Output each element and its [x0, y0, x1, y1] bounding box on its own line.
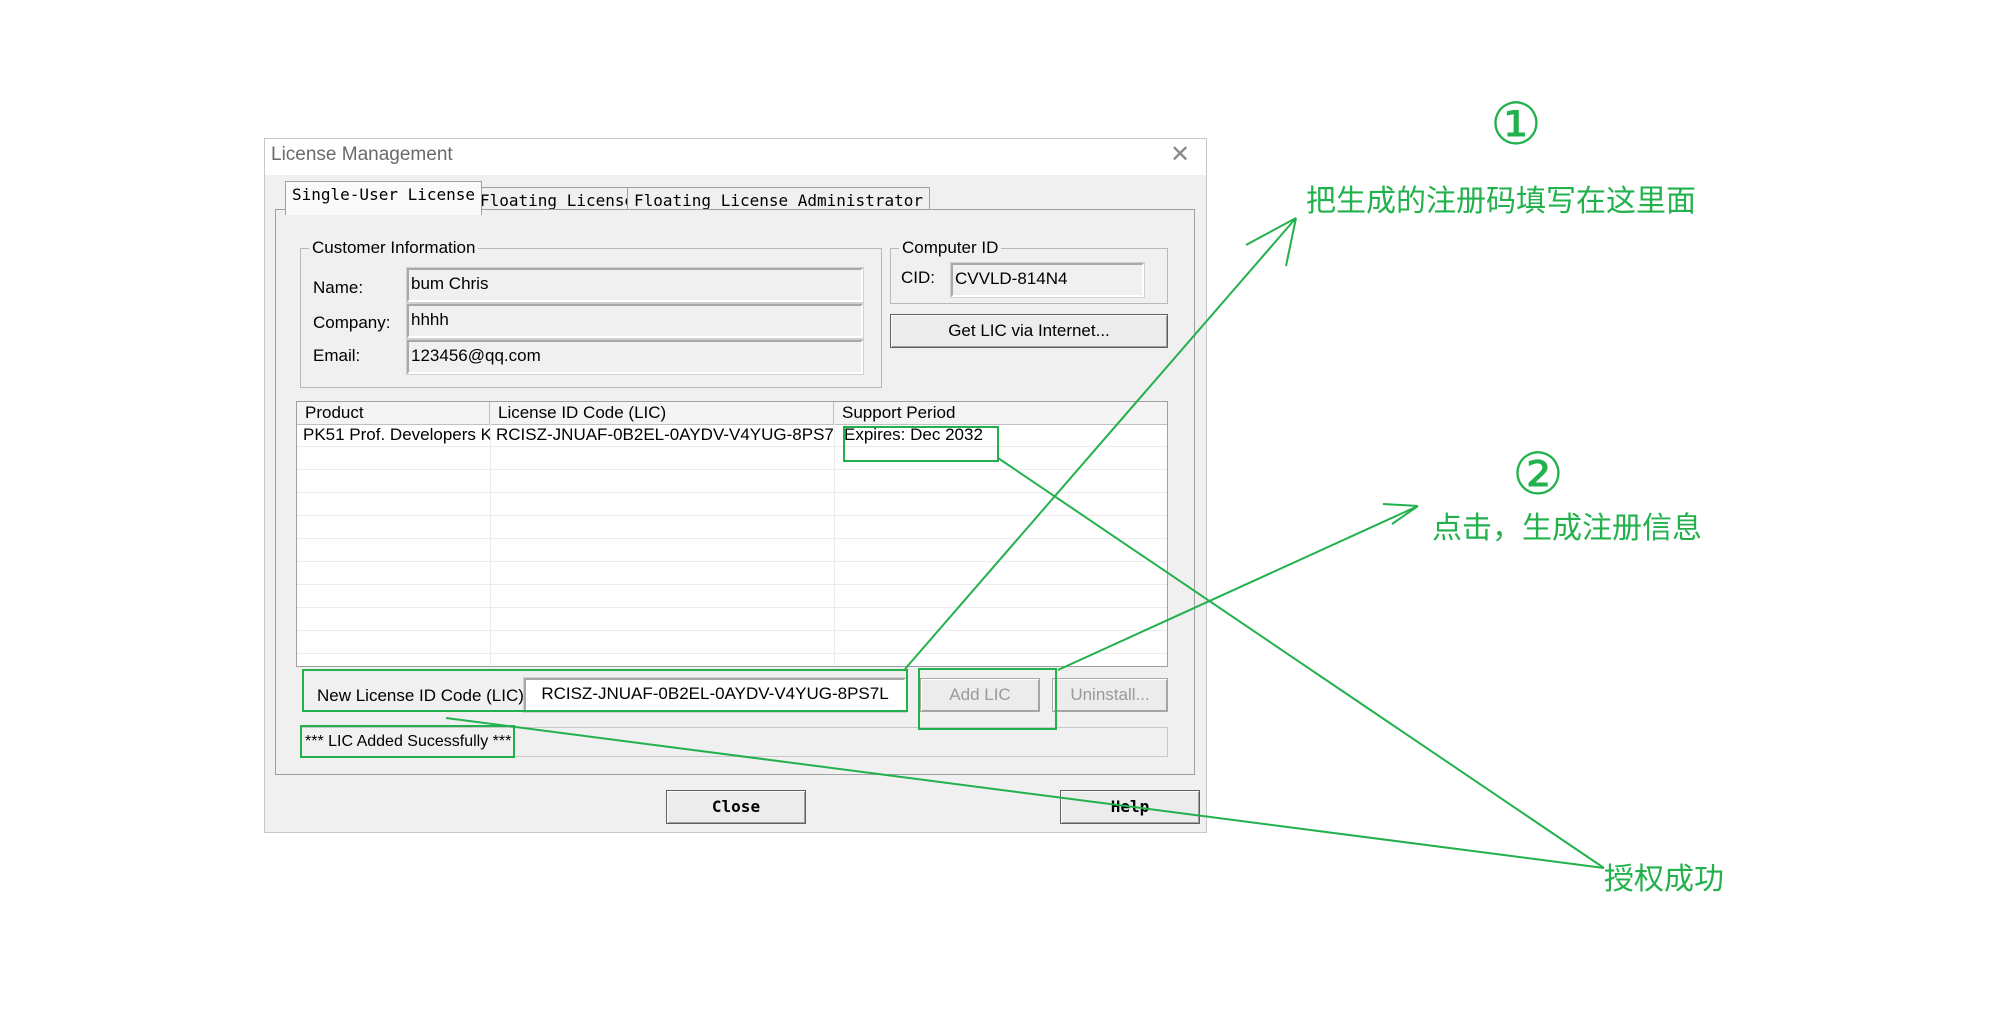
get-lic-via-internet-button[interactable]: Get LIC via Internet...: [890, 314, 1168, 348]
table-row-empty: [297, 470, 1167, 493]
column-header-product[interactable]: Product: [297, 402, 490, 424]
cid-label: CID:: [901, 268, 935, 287]
table-row-empty: [297, 608, 1167, 631]
cell-product: PK51 Prof. Developers Kit: [303, 425, 490, 444]
cell-lic: RCISZ-JNUAF-0B2EL-0AYDV-V4YUG-8PS7L: [496, 425, 834, 444]
highlight-support-period: [843, 426, 999, 462]
step1-instruction: 把生成的注册码填写在这里面: [1306, 184, 1696, 219]
table-row-empty: [297, 447, 1167, 470]
help-button[interactable]: Help: [1060, 790, 1200, 824]
email-label: Email:: [313, 346, 361, 365]
table-row[interactable]: PK51 Prof. Developers Kit RCISZ-JNUAF-0B…: [297, 424, 1167, 447]
highlight-new-lic: [302, 669, 908, 712]
computer-id-legend: Computer ID: [899, 238, 1002, 258]
step2-marker: ②: [1512, 440, 1564, 508]
column-header-lic[interactable]: License ID Code (LIC): [490, 402, 834, 424]
table-row-empty: [297, 562, 1167, 585]
table-row-empty: [297, 516, 1167, 539]
step2-instruction: 点击，生成注册信息: [1432, 511, 1702, 546]
company-label: Company:: [313, 313, 391, 332]
table-header: Product License ID Code (LIC) Support Pe…: [297, 402, 1167, 425]
license-table: Product License ID Code (LIC) Support Pe…: [296, 401, 1168, 667]
email-field[interactable]: 123456@qq.com: [406, 339, 864, 375]
close-icon[interactable]: ✕: [1166, 141, 1194, 169]
uninstall-button[interactable]: Uninstall...: [1052, 678, 1168, 712]
customer-information-legend: Customer Information: [309, 238, 479, 258]
name-field[interactable]: bum Chris: [406, 267, 864, 303]
cid-field[interactable]: CVVLD-814N4: [950, 262, 1145, 298]
table-row-empty: [297, 493, 1167, 516]
close-button[interactable]: Close: [666, 790, 806, 824]
name-label: Name:: [313, 278, 364, 297]
table-row-empty: [297, 631, 1167, 654]
company-field[interactable]: hhhh: [406, 303, 864, 339]
table-row-empty: [297, 539, 1167, 562]
window-title: License Management: [271, 144, 453, 165]
tab-single-user-license[interactable]: Single-User License: [285, 181, 483, 215]
column-header-support-period[interactable]: Support Period: [834, 402, 1167, 424]
highlight-status-message: [300, 725, 515, 758]
table-row-empty: [297, 585, 1167, 608]
success-label: 授权成功: [1604, 862, 1724, 897]
title-bar: License Management ✕: [265, 139, 1206, 175]
highlight-add-lic: [918, 668, 1057, 730]
step1-marker: ①: [1490, 90, 1542, 158]
